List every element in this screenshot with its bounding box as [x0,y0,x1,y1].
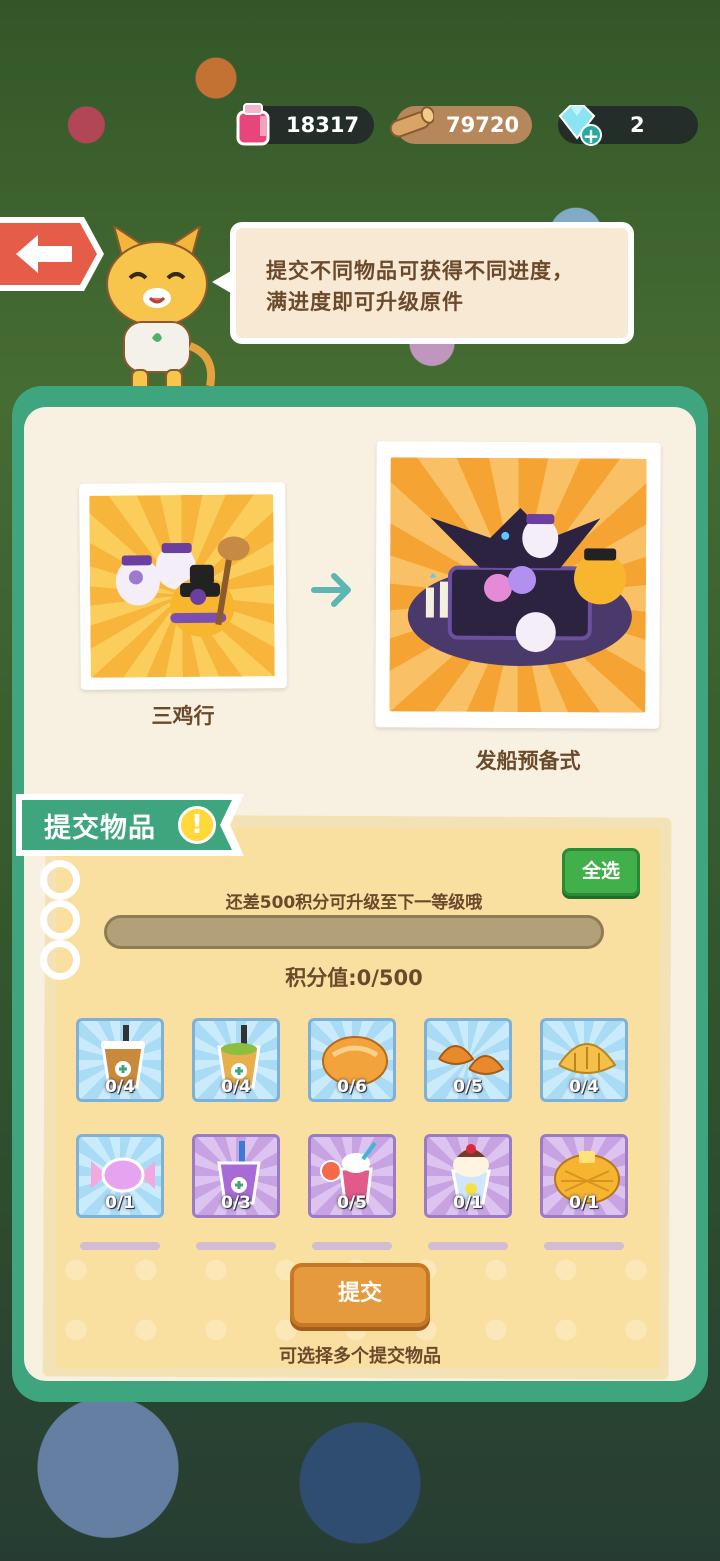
next-item-card [375,441,661,729]
current-item-card [79,482,287,690]
item-slot[interactable]: 0/3 [192,1134,280,1218]
item-count: 0/5 [337,1193,367,1213]
item-slot-partial [544,1242,624,1250]
item-slot-partial [428,1242,508,1250]
next-item-name: 发船预备式 [475,749,581,773]
item-slot[interactable]: 0/4 [540,1018,628,1102]
tip-line-2: 满进度即可升级原件 [266,290,464,314]
current-item-image [89,494,275,678]
wood-currency: 79720 [389,106,532,144]
item-slot[interactable]: 0/1 [540,1134,628,1218]
ink-value: 18317 [286,113,360,137]
item-slot[interactable]: 0/1 [76,1134,164,1218]
ink-currency: 18317 [236,103,374,146]
item-slot[interactable]: 0/5 [424,1018,512,1102]
wood-log-icon [389,106,434,138]
exclamation-icon[interactable]: ! [178,806,216,844]
ink-bottle-icon [236,103,270,146]
ship-ceremony-icon [407,508,632,667]
item-slot[interactable]: 0/4 [192,1018,280,1102]
item-slot-partial [196,1242,276,1250]
item-count: 0/4 [221,1077,251,1097]
add-gems-icon[interactable]: + [580,124,602,146]
gem-currency[interactable]: + 2 [558,105,698,146]
item-count: 0/1 [569,1193,599,1213]
binder-ring [40,900,80,940]
item-count: 0/3 [221,1193,251,1213]
item-slot-partial [312,1242,392,1250]
item-slot[interactable]: 0/4 [76,1018,164,1102]
binder-ring [40,860,80,900]
item-count: 0/5 [453,1077,483,1097]
tip-bubble: 提交不同物品可获得不同进度， 满进度即可升级原件 [230,222,634,344]
gem-value: 2 [630,113,645,137]
points-progress-bar [104,915,604,949]
submit-footer-hint: 可选择多个提交物品 [279,1346,441,1367]
current-item-name: 三鸡行 [151,704,215,728]
item-count: 0/1 [105,1193,135,1213]
item-slot[interactable]: 0/5 [308,1134,396,1218]
item-count: 0/1 [453,1193,483,1213]
item-slot[interactable]: 0/6 [308,1018,396,1102]
section-title: 提交物品 [44,813,156,844]
item-count: 0/4 [569,1077,599,1097]
upgrade-hint: 还差500积分可升级至下一等级哦 [225,893,483,913]
wood-value: 79720 [446,113,520,137]
submit-button[interactable]: 提交 [290,1263,430,1327]
next-item-image [389,457,647,713]
binder-ring [40,940,80,980]
three-chickens-icon [115,536,250,637]
tip-line-1: 提交不同物品可获得不同进度， [266,259,574,283]
back-button[interactable] [0,213,106,295]
item-count: 0/6 [337,1077,367,1097]
item-count: 0/4 [105,1077,135,1097]
cat-mascot [106,226,215,395]
item-slot[interactable]: 0/1 [424,1134,512,1218]
item-slot-partial [80,1242,160,1250]
arrow-right-icon [311,573,351,607]
points-value: 积分值:0/500 [285,966,423,990]
